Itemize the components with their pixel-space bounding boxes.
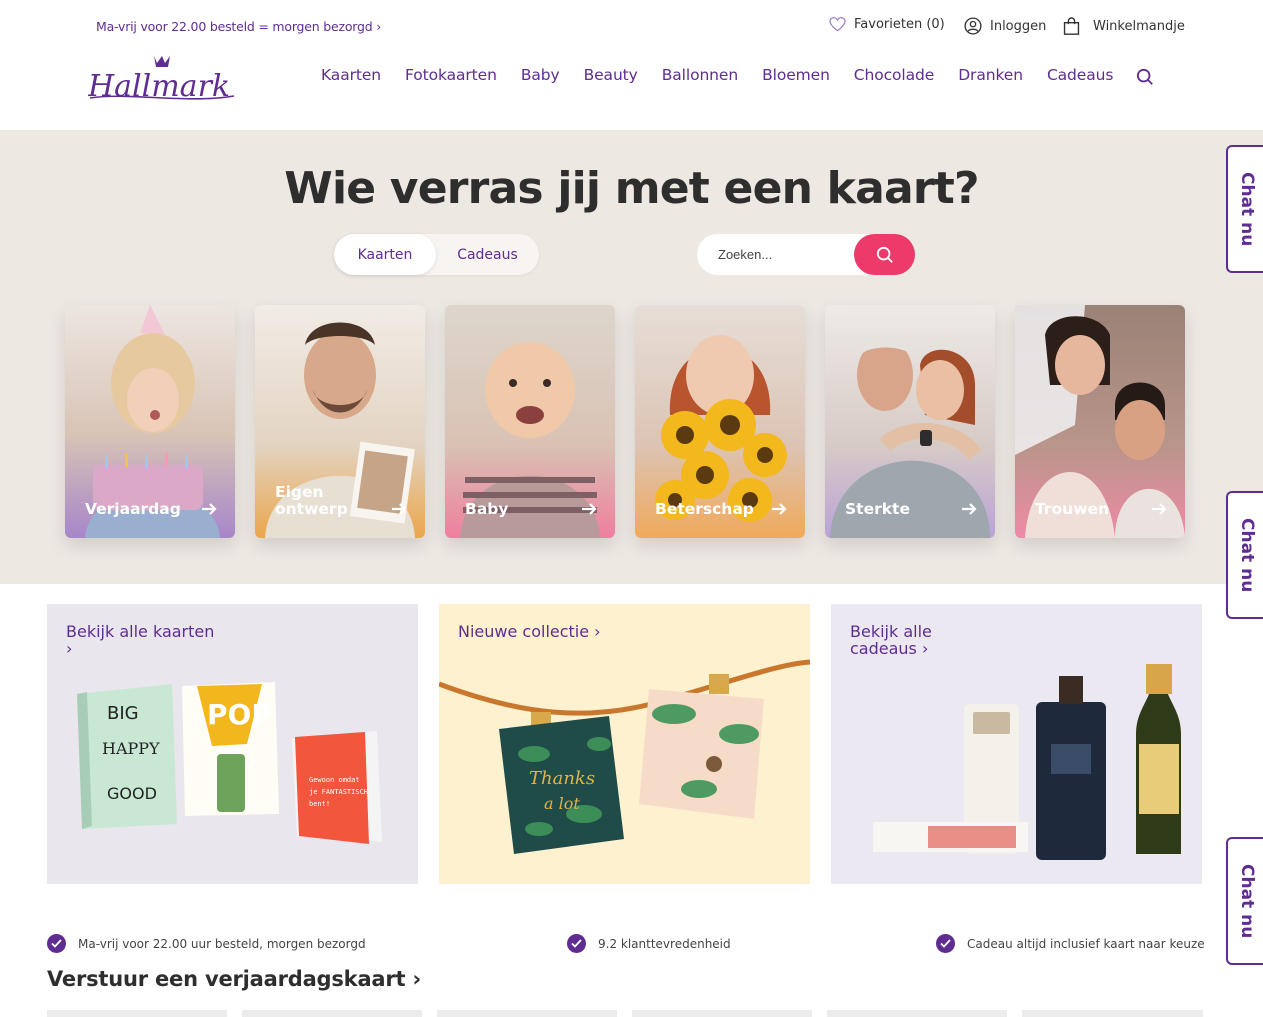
svg-text:BIG: BIG bbox=[107, 703, 139, 724]
arrow-right-icon bbox=[392, 503, 407, 515]
user-icon bbox=[964, 17, 982, 35]
product-thumb[interactable] bbox=[242, 1010, 422, 1017]
hallmark-logo[interactable]: Hallmark bbox=[88, 52, 238, 108]
toggle-cadeaus[interactable]: Cadeaus bbox=[436, 234, 539, 275]
gifts-image bbox=[873, 664, 1181, 860]
delivery-promo-link[interactable]: Ma-vrij voor 22.00 besteld = morgen bezo… bbox=[96, 19, 381, 34]
usp-delivery: Ma-vrij voor 22.00 uur besteld, morgen b… bbox=[47, 934, 366, 953]
greeting-cards-image: BIG HAPPY GOOD POP Gewoon omdat je FANTA… bbox=[77, 682, 382, 844]
nav-dranken[interactable]: Dranken bbox=[958, 66, 1023, 84]
chat-label: Chat nu bbox=[1237, 171, 1257, 247]
search-icon[interactable] bbox=[1136, 68, 1154, 86]
arrow-right-icon bbox=[582, 503, 597, 515]
svg-text:POP: POP bbox=[207, 698, 272, 731]
login-label: Inloggen bbox=[990, 18, 1047, 34]
nav-ballonnen[interactable]: Ballonnen bbox=[662, 66, 738, 84]
product-thumb[interactable] bbox=[827, 1010, 1007, 1017]
nav-fotokaarten[interactable]: Fotokaarten bbox=[405, 66, 497, 84]
nav-bloemen[interactable]: Bloemen bbox=[762, 66, 830, 84]
favorites-label: Favorieten (0) bbox=[854, 17, 945, 32]
arrow-right-icon bbox=[962, 503, 977, 515]
occasion-cards: Verjaardag Eigen ontwerp Baby Beterschap… bbox=[65, 305, 1205, 538]
cart-link[interactable]: Winkelmandje bbox=[1063, 17, 1185, 36]
arrow-right-icon bbox=[202, 503, 217, 515]
svg-text:a lot: a lot bbox=[544, 794, 580, 813]
hero-title: Wie verras jij met een kaart? bbox=[284, 163, 979, 214]
nav-cadeaus[interactable]: Cadeaus bbox=[1047, 66, 1114, 84]
usp-text: Cadeau altijd inclusief kaart naar keuze bbox=[967, 936, 1205, 951]
svg-text:GOOD: GOOD bbox=[107, 784, 157, 803]
usp-text: 9.2 klanttevredenheid bbox=[598, 936, 731, 951]
product-thumb[interactable] bbox=[47, 1010, 227, 1017]
product-thumb[interactable] bbox=[1022, 1010, 1203, 1017]
favorites-link[interactable]: Favorieten (0) bbox=[829, 17, 945, 32]
check-circle-icon bbox=[567, 934, 586, 953]
occasion-card-baby[interactable]: Baby bbox=[445, 305, 615, 538]
search-button[interactable] bbox=[854, 234, 915, 275]
usp-rating: 9.2 klanttevredenheid bbox=[567, 934, 731, 953]
login-link[interactable]: Inloggen bbox=[964, 17, 1046, 35]
new-collection-image: Thanks a lot bbox=[439, 659, 810, 854]
occasion-card-beterschap[interactable]: Beterschap bbox=[635, 305, 805, 538]
usp-text: Ma-vrij voor 22.00 uur besteld, morgen b… bbox=[78, 936, 366, 951]
occasion-card-verjaardag[interactable]: Verjaardag bbox=[65, 305, 235, 538]
occasion-card-trouwen[interactable]: Trouwen bbox=[1015, 305, 1185, 538]
nav-kaarten[interactable]: Kaarten bbox=[321, 66, 381, 84]
usp-gift-card: Cadeau altijd inclusief kaart naar keuze bbox=[936, 934, 1205, 953]
hero-section: Wie verras jij met een kaart? Kaarten Ca… bbox=[0, 130, 1263, 584]
svg-text:bent!: bent! bbox=[309, 800, 330, 808]
svg-text:Gewoon omdat: Gewoon omdat bbox=[309, 776, 360, 784]
chat-button[interactable]: Chat nu bbox=[1226, 145, 1263, 273]
tile-all-cards[interactable]: Bekijk alle kaarten › BIG HAPPY GOOD POP… bbox=[47, 604, 418, 884]
tile-new-collection[interactable]: Nieuwe collectie › Thanks a lot bbox=[439, 604, 810, 884]
occasion-label: Sterkte bbox=[845, 500, 910, 518]
occasion-label: Eigen ontwerp bbox=[275, 483, 348, 518]
check-circle-icon bbox=[47, 934, 66, 953]
svg-text:Thanks: Thanks bbox=[529, 768, 595, 789]
arrow-right-icon bbox=[772, 503, 787, 515]
arrow-right-icon bbox=[1152, 503, 1167, 515]
chat-label: Chat nu bbox=[1237, 517, 1257, 593]
site-header: Ma-vrij voor 22.00 besteld = morgen bezo… bbox=[0, 0, 1263, 130]
svg-text:HAPPY: HAPPY bbox=[102, 739, 160, 758]
hero-search bbox=[697, 234, 915, 275]
product-thumb[interactable] bbox=[632, 1010, 812, 1017]
toggle-kaarten[interactable]: Kaarten bbox=[334, 234, 436, 275]
cart-label: Winkelmandje bbox=[1093, 19, 1185, 34]
nav-chocolade[interactable]: Chocolade bbox=[854, 66, 935, 84]
chat-button[interactable]: Chat nu bbox=[1226, 491, 1263, 619]
main-nav: Kaarten Fotokaarten Baby Beauty Ballonne… bbox=[321, 66, 1137, 84]
chat-button[interactable]: Chat nu bbox=[1226, 837, 1263, 965]
tile-all-gifts[interactable]: Bekijk alle cadeaus › bbox=[831, 604, 1202, 884]
occasion-label: Baby bbox=[465, 500, 509, 518]
nav-beauty[interactable]: Beauty bbox=[584, 66, 638, 84]
category-toggle: Kaarten Cadeaus bbox=[334, 234, 539, 275]
birthday-section-title[interactable]: Verstuur een verjaardagskaart › bbox=[47, 967, 421, 991]
svg-text:je FANTASTISCH: je FANTASTISCH bbox=[309, 788, 368, 796]
chat-label: Chat nu bbox=[1237, 863, 1257, 939]
nav-baby[interactable]: Baby bbox=[521, 66, 560, 84]
heart-icon bbox=[829, 17, 846, 32]
shopping-bag-icon bbox=[1063, 17, 1080, 35]
occasion-card-sterkte[interactable]: Sterkte bbox=[825, 305, 995, 538]
product-thumb[interactable] bbox=[437, 1010, 617, 1017]
occasion-card-eigen-ontwerp[interactable]: Eigen ontwerp bbox=[255, 305, 425, 538]
search-input[interactable] bbox=[697, 234, 857, 275]
occasion-label: Trouwen bbox=[1035, 500, 1110, 518]
check-circle-icon bbox=[936, 934, 955, 953]
occasion-label: Beterschap bbox=[655, 500, 754, 518]
search-icon bbox=[876, 246, 893, 263]
occasion-label: Verjaardag bbox=[85, 500, 181, 518]
